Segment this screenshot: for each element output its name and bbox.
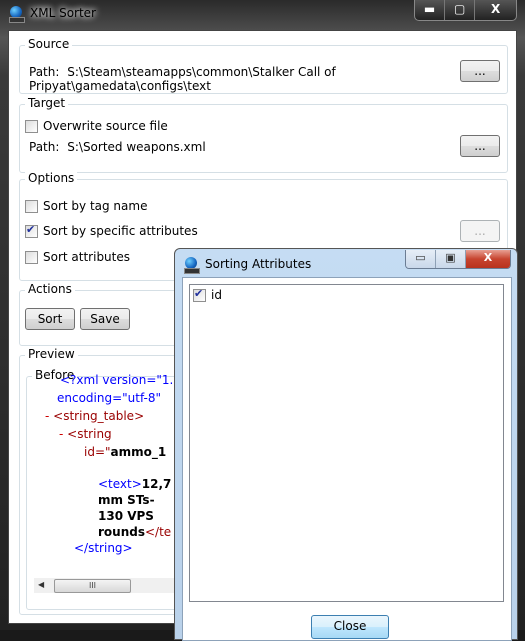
dialog-minimize-button[interactable]: ▭ [406, 250, 436, 268]
close-button[interactable]: X [475, 0, 516, 20]
preview-group-label: Preview [25, 347, 78, 361]
window-title: XML Sorter [30, 6, 96, 20]
collapse-toggle[interactable]: - [59, 427, 63, 441]
attribute-id-label: id [211, 288, 222, 302]
attributes-list[interactable]: id [189, 284, 504, 602]
preview-horizontal-scrollbar[interactable]: ◀ III [34, 578, 179, 593]
attribute-id-checkbox[interactable] [193, 287, 206, 302]
xml-line-text-3: 130 VPS [98, 509, 154, 523]
xml-line-string: - <string [59, 427, 112, 441]
sort-by-attributes-checkbox[interactable]: Sort by specific attributes [25, 223, 198, 238]
overwrite-checkbox[interactable]: Overwrite source file [25, 119, 168, 133]
sort-attributes-checkbox-box[interactable] [25, 250, 38, 264]
xml-line-text-4: rounds</te [98, 525, 172, 539]
source-browse-button[interactable]: ... [460, 60, 500, 82]
sort-by-tag-checkbox[interactable]: Sort by tag name [25, 199, 147, 213]
sort-by-attributes-label: Sort by specific attributes [43, 224, 198, 238]
dialog-close-x-button[interactable]: X [466, 250, 510, 268]
target-path-value: S:\Sorted weapons.xml [67, 140, 206, 154]
scroll-left-arrow-icon[interactable]: ◀ [38, 580, 44, 589]
target-group-label: Target [25, 96, 69, 110]
save-button[interactable]: Save [80, 308, 130, 330]
sort-button[interactable]: Sort [25, 308, 75, 330]
source-group-label: Source [25, 37, 73, 51]
target-path-row: Path: S:\Sorted weapons.xml [29, 140, 206, 154]
scroll-thumb[interactable]: III [54, 579, 131, 593]
source-path-value: S:\Steam\steamapps\common\Stalker Call o… [29, 65, 336, 93]
sort-attributes-checkbox[interactable]: Sort attributes [25, 250, 130, 264]
overwrite-checkbox-label: Overwrite source file [43, 119, 168, 133]
collapse-toggle[interactable]: - [45, 409, 49, 423]
sort-by-tag-label: Sort by tag name [43, 199, 148, 213]
dialog-caption-buttons: ▭ ▣ X [405, 250, 511, 269]
xml-line-text: <text>12,7 [98, 477, 172, 491]
xml-preview: <?xml version="1. encoding="utf-8" - <st… [30, 372, 175, 567]
xml-line-string-table: - <string_table> [45, 409, 145, 423]
attribute-item-id[interactable]: id [193, 287, 222, 302]
xml-line-text-2: mm STs- [98, 493, 155, 507]
sort-by-tag-checkbox-box[interactable] [25, 199, 38, 213]
dialog-close-button[interactable]: Close [311, 615, 389, 639]
dialog-title: Sorting Attributes [205, 257, 312, 271]
dialog-maximize-button[interactable]: ▣ [436, 250, 466, 268]
minimize-button[interactable]: ▬ [415, 0, 446, 20]
target-browse-button[interactable]: ... [460, 135, 500, 157]
options-group-label: Options [25, 171, 78, 185]
source-path-label: Path: [29, 65, 60, 79]
maximize-button[interactable]: ▢ [445, 0, 476, 20]
xml-line-id-attr: id="ammo_1 [84, 445, 167, 459]
main-window: XML Sorter ▬ ▢ X Source Path: S:\Steam\s… [0, 0, 525, 641]
source-path-row: Path: S:\Steam\steamapps\common\Stalker … [29, 65, 516, 93]
xml-line-string-close: </string> [74, 541, 133, 555]
overwrite-checkbox-box[interactable] [25, 119, 38, 133]
sort-by-attributes-checkbox-box[interactable] [25, 223, 38, 238]
xml-globe-icon [8, 6, 25, 23]
xml-line-encoding: encoding="utf-8" [57, 391, 162, 405]
xml-line-declaration: <?xml version="1. [60, 373, 174, 387]
attributes-browse-button[interactable]: ... [460, 220, 500, 242]
dialog-client-area: id Close [182, 277, 512, 641]
sorting-attributes-dialog: Sorting Attributes ▭ ▣ X id Close [174, 248, 518, 641]
caption-buttons: ▬ ▢ X [414, 0, 517, 21]
target-path-label: Path: [29, 140, 60, 154]
actions-group-label: Actions [25, 282, 75, 296]
target-group: Target [19, 96, 508, 173]
sort-attributes-label: Sort attributes [43, 250, 131, 264]
xml-globe-icon [183, 257, 200, 274]
title-bar[interactable]: XML Sorter ▬ ▢ X [0, 0, 525, 30]
